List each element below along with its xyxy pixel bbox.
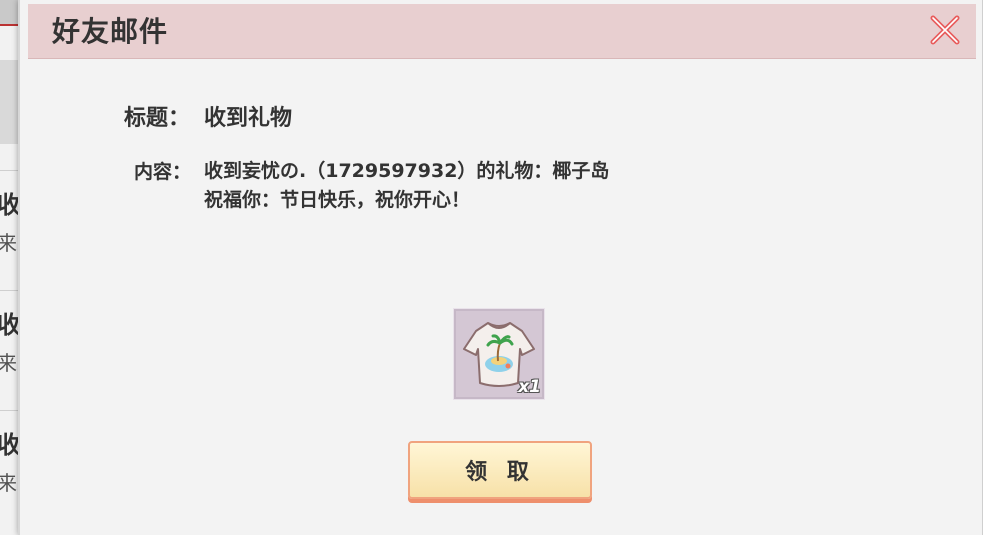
content-text: 收到妄忧の.（1729597932）的礼物：椰子岛 祝福你：节日快乐，祝你开心！: [204, 157, 724, 215]
subject-label: 标题：: [124, 106, 191, 131]
background-row-subtitle: 来: [0, 471, 17, 495]
close-icon: [930, 15, 960, 45]
claim-button[interactable]: 领 取: [408, 441, 592, 499]
content-label: 内容：: [134, 161, 192, 183]
gift-item-slot[interactable]: x1: [453, 308, 545, 400]
subject-value: 收到礼物: [204, 106, 293, 131]
content-line: 收到妄忧の.（1729597932）的礼物：椰子岛: [204, 160, 610, 182]
item-count: x1: [518, 377, 541, 397]
dialog-title: 好友邮件: [52, 15, 169, 48]
background-row-subtitle: 来: [0, 351, 17, 375]
close-button[interactable]: [928, 13, 962, 47]
friend-mail-dialog: 好友邮件 标题： 收到礼物 内容： 收到妄忧の.（1729597932）的礼物：…: [18, 0, 983, 535]
dialog-title-bar: 好友邮件: [28, 4, 976, 59]
claim-button-label: 领 取: [465, 460, 535, 485]
content-line: 祝福你：节日快乐，祝你开心！: [204, 189, 471, 211]
background-row-subtitle: 来: [0, 231, 17, 255]
